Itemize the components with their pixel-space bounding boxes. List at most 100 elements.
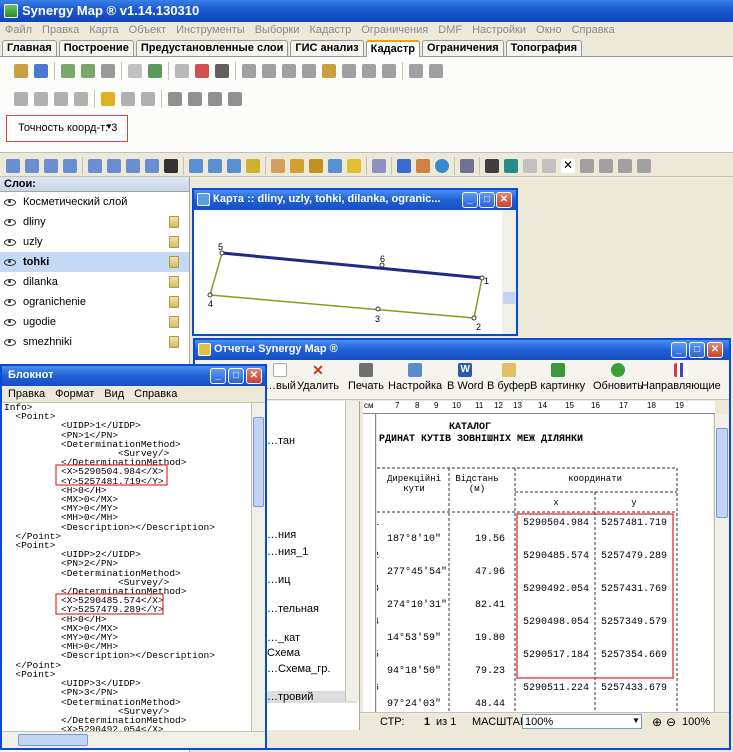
- pin-icon[interactable]: [382, 64, 396, 78]
- map-window-titlebar[interactable]: Карта :: dliny, uzly, tohki, dilanka, og…: [194, 190, 516, 210]
- import-xml-icon[interactable]: [81, 64, 95, 78]
- point-marker[interactable]: [375, 306, 381, 312]
- tab-cadastre[interactable]: Кадастр: [365, 40, 420, 57]
- zoom-layer-icon[interactable]: [246, 159, 260, 173]
- cadastre-icon[interactable]: [14, 64, 28, 78]
- info-icon[interactable]: [290, 159, 304, 173]
- split-icon[interactable]: [242, 64, 256, 78]
- tab-gis-analysis[interactable]: ГИС анализ: [290, 40, 364, 56]
- lock-icon[interactable]: [169, 276, 179, 288]
- maximize-button[interactable]: □: [479, 192, 495, 208]
- notepad-hscroll[interactable]: [2, 731, 265, 748]
- ruler-3-icon[interactable]: [141, 92, 155, 106]
- vertex-b-icon[interactable]: [282, 64, 296, 78]
- menu-window[interactable]: Окно: [531, 22, 567, 36]
- snap-icon[interactable]: [342, 64, 356, 78]
- copy-page-icon[interactable]: [523, 159, 537, 173]
- layer-row-cosmetic[interactable]: Косметический слой: [0, 192, 189, 212]
- save-icon[interactable]: [485, 159, 499, 173]
- report-list-scrollbar[interactable]: [345, 401, 359, 701]
- query-icon[interactable]: [429, 64, 443, 78]
- line-icon[interactable]: [188, 92, 202, 106]
- report-item[interactable]: …_кат: [267, 632, 300, 644]
- scale-dropdown[interactable]: 100%: [522, 714, 642, 729]
- notepad-text-area[interactable]: Info> <Point> <UIDP>1</UIDP> <PN>1</PN> …: [2, 403, 251, 731]
- export-in4-icon[interactable]: [101, 64, 115, 78]
- measure-tool-icon[interactable]: [309, 159, 323, 173]
- vertex-icon[interactable]: [262, 64, 276, 78]
- frame-icon[interactable]: [618, 159, 632, 173]
- settings-button[interactable]: Настройка: [388, 363, 442, 392]
- paste-icon[interactable]: [542, 159, 556, 173]
- print-button[interactable]: Печать: [348, 363, 384, 392]
- report-item[interactable]: …ния_1: [267, 546, 308, 558]
- close-button[interactable]: ✕: [707, 342, 723, 358]
- table-icon[interactable]: [416, 159, 430, 173]
- ruler-icon[interactable]: [101, 92, 115, 106]
- measure-icon[interactable]: [409, 64, 423, 78]
- tab-topography[interactable]: Топография: [505, 40, 583, 56]
- edit-icon[interactable]: [599, 159, 613, 173]
- grid-snap-icon[interactable]: [372, 159, 386, 173]
- tab-construction[interactable]: Построение: [58, 40, 134, 56]
- maximize-button[interactable]: □: [689, 342, 705, 358]
- np-menu-format[interactable]: Формат: [49, 386, 98, 400]
- polygon-icon[interactable]: [208, 92, 222, 106]
- undo-icon[interactable]: [504, 159, 518, 173]
- report-item-selected[interactable]: …тровий: [267, 691, 357, 703]
- report-item[interactable]: …тельная: [267, 603, 319, 615]
- select-add-icon[interactable]: [44, 159, 58, 173]
- vertex-delete-icon[interactable]: [302, 64, 316, 78]
- select-vertex-2-icon[interactable]: [34, 92, 48, 106]
- label-icon[interactable]: [347, 159, 361, 173]
- settings-icon[interactable]: [322, 64, 336, 78]
- tab-restrictions[interactable]: Ограничения: [421, 40, 504, 56]
- tab-main[interactable]: Главная: [2, 40, 57, 56]
- np-menu-view[interactable]: Вид: [98, 386, 128, 400]
- lock-icon[interactable]: [169, 236, 179, 248]
- notepad-vscroll[interactable]: [251, 403, 265, 731]
- lock-icon[interactable]: [362, 64, 376, 78]
- select-vertex-query-icon[interactable]: [74, 92, 88, 106]
- eye-icon[interactable]: [4, 198, 16, 206]
- layer-row-ugodie[interactable]: ugodie: [0, 312, 189, 332]
- menu-help[interactable]: Справка: [567, 22, 620, 36]
- close-button[interactable]: ✕: [246, 368, 262, 384]
- select-line-icon[interactable]: [145, 159, 159, 173]
- eye-icon[interactable]: [4, 218, 16, 226]
- search-icon[interactable]: [328, 159, 342, 173]
- select-vertex-check-icon[interactable]: [54, 92, 68, 106]
- eye-icon[interactable]: [4, 318, 16, 326]
- to-image-button[interactable]: В картинку: [530, 363, 585, 392]
- report-item[interactable]: …тан: [267, 435, 295, 447]
- np-menu-edit[interactable]: Правка: [2, 386, 49, 400]
- report-item[interactable]: …Схема_гр.: [267, 663, 330, 675]
- select-rect-icon[interactable]: [88, 159, 102, 173]
- zoom-in-icon[interactable]: [189, 159, 203, 173]
- google-icon[interactable]: [397, 159, 411, 173]
- report-scroll-thumb[interactable]: [716, 428, 728, 518]
- report-vscroll[interactable]: [714, 414, 729, 730]
- select-icon[interactable]: [25, 159, 39, 173]
- parcel-icon[interactable]: [34, 64, 48, 78]
- lock-icon[interactable]: [169, 256, 179, 268]
- menu-selections[interactable]: Выборки: [250, 22, 305, 36]
- calculator-icon[interactable]: [460, 159, 474, 173]
- menu-restrictions[interactable]: Ограничения: [356, 22, 433, 36]
- print-icon[interactable]: [215, 64, 229, 78]
- minimize-button[interactable]: _: [671, 342, 687, 358]
- eye-icon[interactable]: [4, 338, 16, 346]
- menu-object[interactable]: Объект: [124, 22, 171, 36]
- select-remove-icon[interactable]: [63, 159, 77, 173]
- to-word-button[interactable]: W В Word: [447, 363, 483, 392]
- notepad-scroll-thumb[interactable]: [253, 417, 264, 507]
- select-circle-icon[interactable]: [126, 159, 140, 173]
- eye-icon[interactable]: [4, 278, 16, 286]
- report-icon[interactable]: [148, 64, 162, 78]
- point-marker[interactable]: [207, 292, 213, 298]
- close-button[interactable]: ✕: [496, 192, 512, 208]
- copy-icon[interactable]: [175, 64, 189, 78]
- new-button[interactable]: …вый: [265, 363, 296, 392]
- zoom-out-icon[interactable]: ⊖: [666, 715, 676, 729]
- lock-icon[interactable]: [169, 296, 179, 308]
